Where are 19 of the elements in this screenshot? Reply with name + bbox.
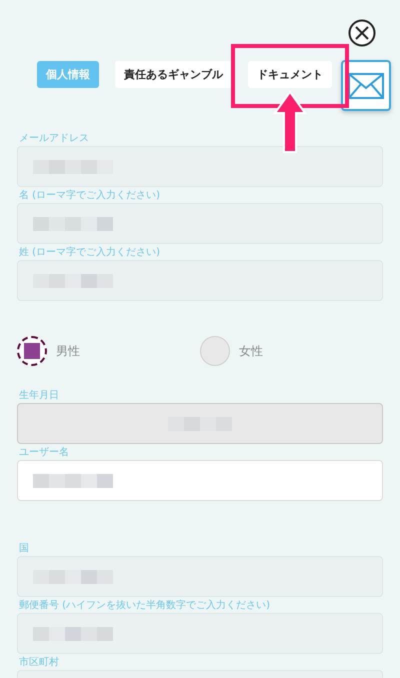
radio-button[interactable] — [17, 336, 47, 366]
envelope-icon — [348, 72, 384, 98]
field-label: 市区町村 — [18, 656, 60, 670]
radio-label: 女性 — [239, 342, 263, 360]
input-field[interactable] — [17, 403, 383, 444]
field-label: メールアドレス — [18, 132, 90, 146]
radio-label: 男性 — [56, 342, 80, 360]
field-label: 郵便番号 (ハイフンを抜いた半角数字でご入力ください) — [18, 599, 271, 613]
tab[interactable]: 責任あるギャンブル — [115, 61, 232, 88]
close-icon[interactable] — [348, 19, 376, 47]
tab[interactable]: ドキュメント — [248, 61, 332, 88]
field-label: ユーザー名 — [18, 446, 70, 460]
mail-button[interactable] — [341, 60, 391, 111]
field-label: 姓 (ローマ字でご入力ください) — [18, 246, 161, 260]
field-label: 生年月日 — [18, 389, 60, 403]
field-label: 国 — [18, 542, 30, 556]
arrow-icon — [273, 89, 307, 155]
input-field[interactable] — [17, 460, 383, 501]
field-label: 名 (ローマ字でご入力ください) — [18, 189, 161, 203]
